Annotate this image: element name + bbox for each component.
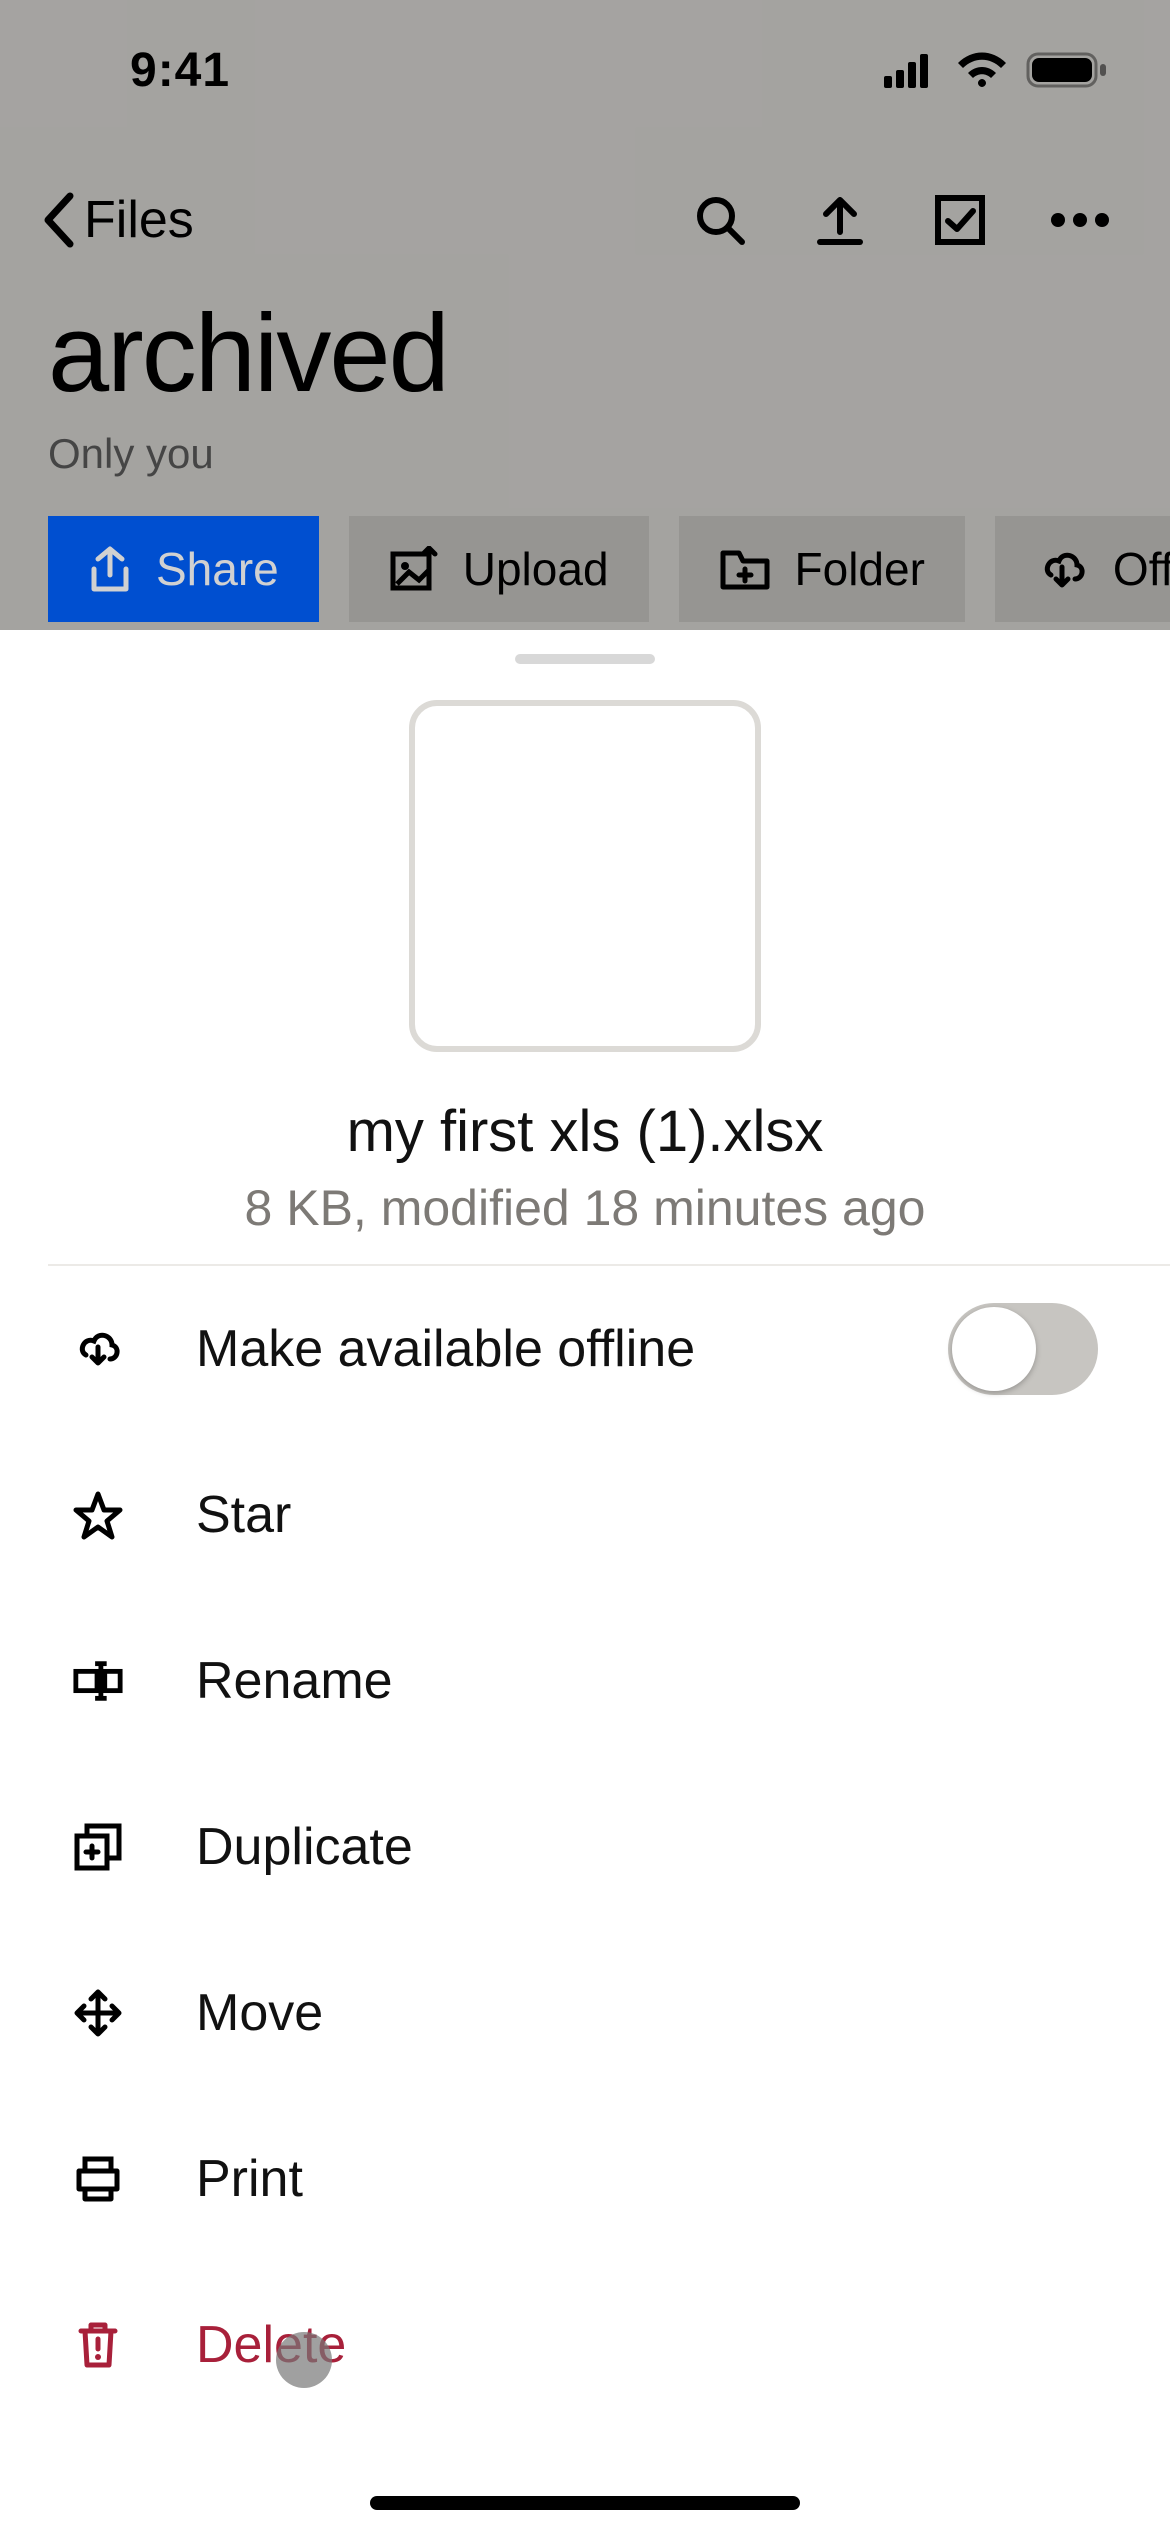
touch-indicator — [276, 2332, 332, 2388]
action-label: Make available offline — [196, 1319, 695, 1379]
move-icon — [72, 1987, 124, 2039]
sheet-grabber[interactable] — [515, 654, 655, 664]
trash-icon — [72, 2319, 124, 2371]
file-actions-sheet: my first xls (1).xlsx 8 KB, modified 18 … — [0, 630, 1170, 2532]
rename-icon — [72, 1655, 124, 1707]
file-meta: 8 KB, modified 18 minutes ago — [245, 1179, 926, 1237]
action-rename[interactable]: Rename — [0, 1598, 1170, 1764]
action-make-offline[interactable]: Make available offline — [0, 1266, 1170, 1432]
action-label: Duplicate — [196, 1817, 413, 1877]
action-label: Move — [196, 1983, 323, 2043]
actions-list: Make available offline Star Rename — [0, 1266, 1170, 2532]
action-star[interactable]: Star — [0, 1432, 1170, 1598]
toggle-knob — [952, 1307, 1036, 1391]
home-indicator[interactable] — [370, 2496, 800, 2510]
file-name: my first xls (1).xlsx — [347, 1098, 824, 1165]
offline-toggle[interactable] — [948, 1303, 1098, 1395]
sheet-header: my first xls (1).xlsx 8 KB, modified 18 … — [0, 700, 1170, 1237]
cloud-download-icon — [72, 1323, 124, 1375]
action-print[interactable]: Print — [0, 2096, 1170, 2262]
star-icon — [72, 1489, 124, 1541]
action-delete[interactable]: Delete — [0, 2262, 1170, 2428]
action-label: Rename — [196, 1651, 393, 1711]
duplicate-icon — [72, 1821, 124, 1873]
action-duplicate[interactable]: Duplicate — [0, 1764, 1170, 1930]
action-label: Print — [196, 2149, 303, 2209]
file-preview-thumbnail — [409, 700, 761, 1052]
print-icon — [72, 2153, 124, 2205]
action-move[interactable]: Move — [0, 1930, 1170, 2096]
action-label: Star — [196, 1485, 291, 1545]
